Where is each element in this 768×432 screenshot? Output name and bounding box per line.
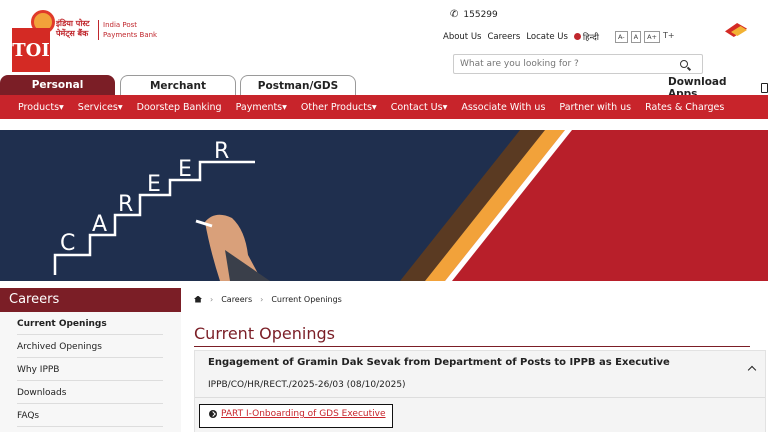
india-post-logo[interactable] — [721, 15, 753, 37]
nav-rates-charges[interactable]: Rates & Charges — [645, 102, 724, 113]
font-size-controls: A- A A+ T+ — [614, 31, 675, 43]
title-divider — [194, 346, 750, 347]
sidebar-item-faqs[interactable]: FAQs — [17, 404, 163, 427]
arrow-circle-icon — [209, 410, 217, 418]
banner-letter-a: A — [92, 212, 107, 237]
hindi-label: हिन्दी — [582, 32, 599, 43]
theme-toggle-button[interactable]: T+ — [663, 31, 675, 43]
search-icon[interactable] — [680, 60, 688, 68]
page: TOI इंडिया पोस्ट पेमेंट्स बैंक India Pos… — [0, 0, 768, 432]
breadcrumb: › Careers › Current Openings — [194, 290, 342, 308]
nav-contact-us[interactable]: Contact Us▾ — [391, 102, 448, 113]
brand-hindi-line2: पेमेंट्स बैंक — [56, 29, 89, 38]
career-banner: C A R E E R — [0, 130, 768, 281]
font-decrease-button[interactable]: A- — [614, 31, 628, 43]
career-banner-art: C A R E E R — [0, 130, 768, 281]
brand-hindi-line1: इंडिया पोस्ट — [56, 19, 90, 28]
main-nav: Products▾ Services▾ Doorstep Banking Pay… — [0, 95, 768, 119]
breadcrumb-separator: › — [260, 294, 264, 304]
helpline[interactable]: ✆ 155299 — [450, 9, 498, 20]
banner-letter-e2: E — [178, 157, 192, 182]
gds-onboarding-link[interactable]: PART I-Onboarding of GDS Executive — [209, 409, 386, 419]
home-icon[interactable] — [194, 295, 202, 303]
nav-associate[interactable]: Associate With us — [461, 102, 545, 113]
banner-letter-e1: E — [147, 172, 161, 197]
nav-partner[interactable]: Partner with us — [559, 102, 631, 113]
nav-other-products[interactable]: Other Products▾ — [301, 102, 377, 113]
brand-english-line2: Payments Bank — [103, 31, 158, 39]
sidebar-title: Careers — [0, 288, 181, 312]
accordion-divider — [195, 397, 765, 398]
openings-accordion[interactable]: Engagement of Gramin Dak Sevak from Depa… — [194, 350, 766, 432]
locate-us-link[interactable]: Locate Us — [526, 32, 568, 42]
tab-postman-gds[interactable]: Postman/GDS — [240, 75, 356, 95]
font-reset-button[interactable]: A — [630, 31, 642, 43]
brand-hindi: इंडिया पोस्ट पेमेंट्स बैंक — [56, 19, 90, 39]
banner-letter-r: R — [118, 192, 133, 217]
helpline-number: 155299 — [463, 9, 498, 20]
search-input[interactable] — [453, 54, 703, 74]
about-us-link[interactable]: About Us — [443, 32, 481, 42]
sidebar: Careers Current Openings Archived Openin… — [0, 288, 181, 432]
brand-english-line1: India Post — [103, 21, 138, 29]
page-title: Current Openings — [194, 324, 335, 343]
accordion-reference: IPPB/CO/HR/RECT./2025-26/03 (08/10/2025) — [208, 380, 406, 390]
nav-services[interactable]: Services▾ — [78, 102, 123, 113]
banner-letter-r2: R — [214, 139, 229, 164]
breadcrumb-current-openings: Current Openings — [271, 294, 342, 304]
phone-icon: ✆ — [450, 9, 459, 20]
top-links: About Us Careers Locate Us हिन्दी A- A A… — [443, 31, 675, 43]
banner-letter-c: C — [60, 231, 75, 256]
tab-personal[interactable]: Personal — [0, 75, 115, 95]
careers-link[interactable]: Careers — [487, 32, 520, 42]
sidebar-item-archived-openings[interactable]: Archived Openings — [17, 335, 163, 358]
sidebar-item-downloads[interactable]: Downloads — [17, 381, 163, 404]
font-increase-button[interactable]: A+ — [644, 31, 660, 43]
sidebar-item-why-ippb[interactable]: Why IPPB — [17, 358, 163, 381]
gds-onboarding-link-label: PART I-Onboarding of GDS Executive — [221, 409, 386, 419]
chevron-up-icon[interactable] — [747, 365, 757, 375]
breadcrumb-separator: › — [210, 294, 214, 304]
nav-products[interactable]: Products▾ — [18, 102, 64, 113]
globe-icon — [573, 32, 581, 40]
mobile-icon — [761, 83, 768, 93]
nav-doorstep-banking[interactable]: Doorstep Banking — [137, 102, 222, 113]
brand-english: India Post Payments Bank — [103, 20, 157, 40]
hindi-link[interactable]: हिन्दी — [573, 32, 599, 43]
nav-payments[interactable]: Payments▾ — [236, 102, 287, 113]
tab-merchant[interactable]: Merchant — [120, 75, 236, 95]
toi-badge: TOI — [12, 28, 50, 72]
sidebar-item-current-openings[interactable]: Current Openings — [17, 312, 163, 335]
brand-divider — [98, 20, 99, 40]
accordion-title[interactable]: Engagement of Gramin Dak Sevak from Depa… — [208, 357, 670, 368]
breadcrumb-careers[interactable]: Careers — [221, 295, 252, 304]
